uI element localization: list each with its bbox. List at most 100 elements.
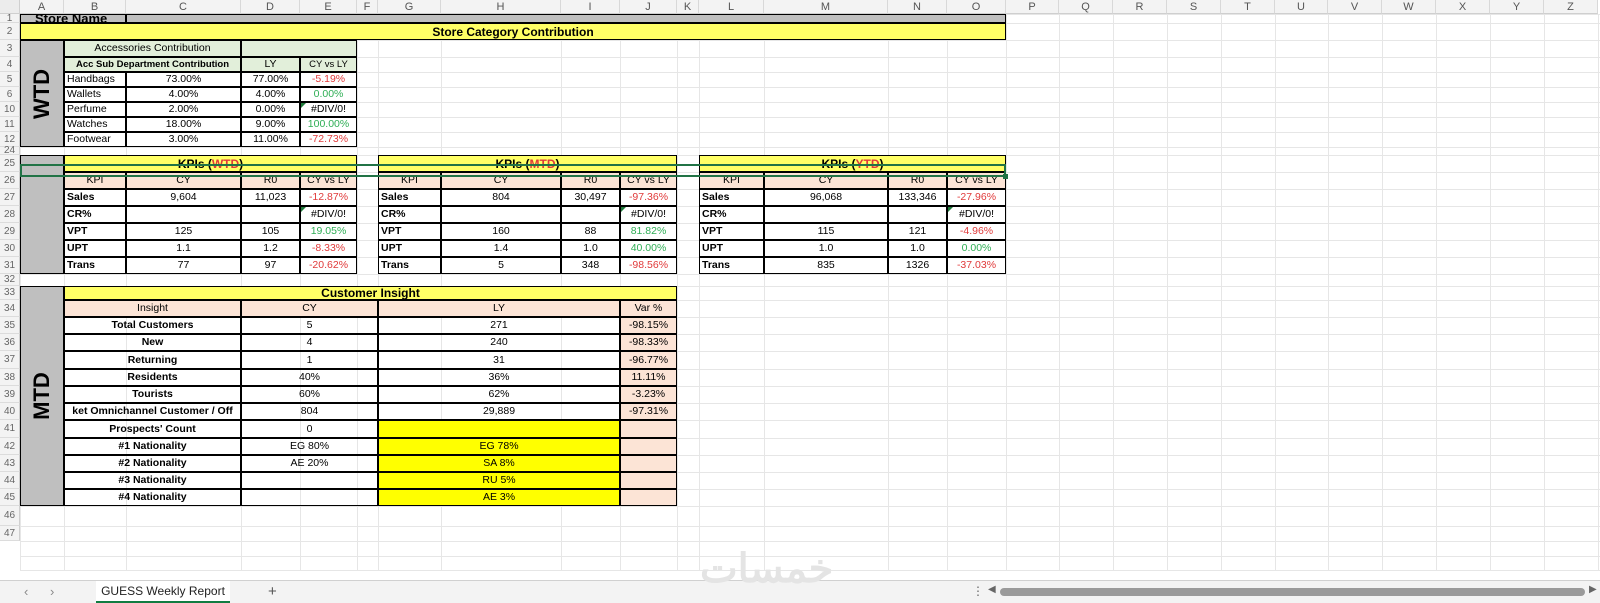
insight-name[interactable]: #1 Nationality (64, 438, 241, 455)
column-header[interactable]: V (1328, 0, 1382, 14)
banner-title[interactable]: Store Category Contribution (20, 23, 1006, 40)
kpi-var[interactable]: -97.36% (620, 189, 677, 206)
insight-cy[interactable]: 0 (241, 420, 378, 438)
column-header[interactable]: I (561, 0, 620, 14)
column-header[interactable]: N (888, 0, 947, 14)
kpi-cy[interactable]: 125 (126, 223, 241, 240)
row-header[interactable]: 41 (0, 420, 20, 438)
insight-var[interactable]: -98.33% (620, 334, 677, 351)
acc-row-name[interactable]: Wallets (64, 87, 126, 102)
row-header[interactable]: 5 (0, 72, 20, 87)
row-header[interactable]: 44 (0, 472, 20, 489)
row-header[interactable]: 1 (0, 14, 20, 24)
insight-header[interactable]: LY (378, 300, 620, 317)
acc-title[interactable]: Accessories Contribution (64, 40, 241, 57)
kpi-name[interactable]: Trans (64, 257, 126, 274)
column-header[interactable]: R (1113, 0, 1167, 14)
row-header[interactable]: 27 (0, 189, 20, 206)
acc-row-name[interactable]: Handbags (64, 72, 126, 87)
kpi-cy[interactable]: 9,604 (126, 189, 241, 206)
insight-cy[interactable] (241, 489, 378, 506)
scroll-left-icon[interactable]: ◀ (988, 584, 996, 595)
kpi-r0[interactable] (888, 206, 947, 223)
insight-ly[interactable] (378, 420, 620, 438)
insight-var[interactable]: 11.11% (620, 369, 677, 386)
insight-ly[interactable]: RU 5% (378, 472, 620, 489)
insight-ly[interactable]: 29,889 (378, 403, 620, 420)
column-header[interactable]: W (1382, 0, 1436, 14)
insight-name[interactable]: Tourists (64, 386, 241, 403)
kpi-name[interactable]: CR% (699, 206, 764, 223)
spreadsheet-grid[interactable]: A B C D E F G H I J K L M N O P Q R S T U V W X Y Z 1 2 3 4 5 6 10 11 12 24… (0, 0, 1600, 580)
row-header[interactable]: 34 (0, 300, 20, 317)
insight-var[interactable]: -98.15% (620, 317, 677, 334)
kpi-var[interactable]: -98.56% (620, 257, 677, 274)
acc-row-cy[interactable]: 73.00% (126, 72, 241, 87)
kpi-name[interactable]: Sales (699, 189, 764, 206)
row-header[interactable]: 28 (0, 206, 20, 223)
acc-row-cy[interactable]: 3.00% (126, 132, 241, 147)
acc-row-ly[interactable]: 0.00% (241, 102, 300, 117)
row-header[interactable]: 32 (0, 274, 20, 286)
kpi-name[interactable]: VPT (699, 223, 764, 240)
insight-header[interactable]: Var % (620, 300, 677, 317)
column-header[interactable]: P (1006, 0, 1059, 14)
row-header[interactable]: 31 (0, 257, 20, 274)
insight-cy[interactable]: AE 20% (241, 455, 378, 472)
kpi-name[interactable]: Trans (699, 257, 764, 274)
row-header[interactable]: 25 (0, 155, 20, 172)
column-header[interactable]: B (64, 0, 126, 14)
insight-cy[interactable]: 60% (241, 386, 378, 403)
insight-ly[interactable]: EG 78% (378, 438, 620, 455)
column-header[interactable]: Y (1490, 0, 1544, 14)
acc-row-name[interactable]: Footwear (64, 132, 126, 147)
store-name-value[interactable] (126, 14, 1006, 23)
sheet-tab-guess-weekly-report[interactable]: GUESS Weekly Report (96, 581, 230, 603)
kpi-name[interactable]: VPT (378, 223, 441, 240)
insight-cy[interactable]: 40% (241, 369, 378, 386)
acc-row-ly[interactable]: 77.00% (241, 72, 300, 87)
insight-header[interactable]: CY (241, 300, 378, 317)
column-header[interactable]: L (699, 0, 764, 14)
kpi-name[interactable]: UPT (699, 240, 764, 257)
row-header[interactable]: 39 (0, 386, 20, 403)
kpi-name[interactable]: Trans (378, 257, 441, 274)
row-header[interactable]: 4 (0, 57, 20, 72)
row-header[interactable]: 38 (0, 369, 20, 386)
insight-ly[interactable]: AE 3% (378, 489, 620, 506)
column-header[interactable]: X (1436, 0, 1490, 14)
kpi-cy[interactable] (126, 206, 241, 223)
insight-var[interactable] (620, 489, 677, 506)
column-header[interactable]: U (1275, 0, 1328, 14)
insight-var[interactable]: -3.23% (620, 386, 677, 403)
acc-header-var[interactable]: CY vs LY (300, 57, 357, 72)
acc-row-var[interactable]: -5.19% (300, 72, 357, 87)
insight-cy[interactable]: 5 (241, 317, 378, 334)
column-header[interactable]: H (441, 0, 561, 14)
acc-row-var[interactable]: #DIV/0! (300, 102, 357, 117)
insight-name[interactable]: ket Omnichannel Customer / Off (64, 403, 241, 420)
insight-name[interactable]: Returning (64, 351, 241, 369)
kpi-cy[interactable]: 804 (441, 189, 561, 206)
row-header[interactable]: 35 (0, 317, 20, 334)
kpi-r0[interactable]: 133,346 (888, 189, 947, 206)
kpi-var[interactable]: -27.96% (947, 189, 1006, 206)
kpi-r0[interactable]: 1326 (888, 257, 947, 274)
insight-var[interactable] (620, 455, 677, 472)
kpi-name[interactable]: Sales (64, 189, 126, 206)
acc-row-cy[interactable]: 2.00% (126, 102, 241, 117)
acc-row-ly[interactable]: 9.00% (241, 117, 300, 132)
kpi-cy[interactable]: 1.4 (441, 240, 561, 257)
insight-cy[interactable]: EG 80% (241, 438, 378, 455)
kpi-r0[interactable] (561, 206, 620, 223)
row-header[interactable]: 30 (0, 240, 20, 257)
insight-header[interactable]: Insight (64, 300, 241, 317)
kpi-cy[interactable]: 96,068 (764, 189, 888, 206)
kpi-var[interactable]: #DIV/0! (947, 206, 1006, 223)
insight-name[interactable]: #4 Nationality (64, 489, 241, 506)
insight-var[interactable]: -97.31% (620, 403, 677, 420)
kpi-cy[interactable] (764, 206, 888, 223)
kpi-r0[interactable]: 30,497 (561, 189, 620, 206)
insight-var[interactable] (620, 420, 677, 438)
kpi-cy[interactable]: 115 (764, 223, 888, 240)
